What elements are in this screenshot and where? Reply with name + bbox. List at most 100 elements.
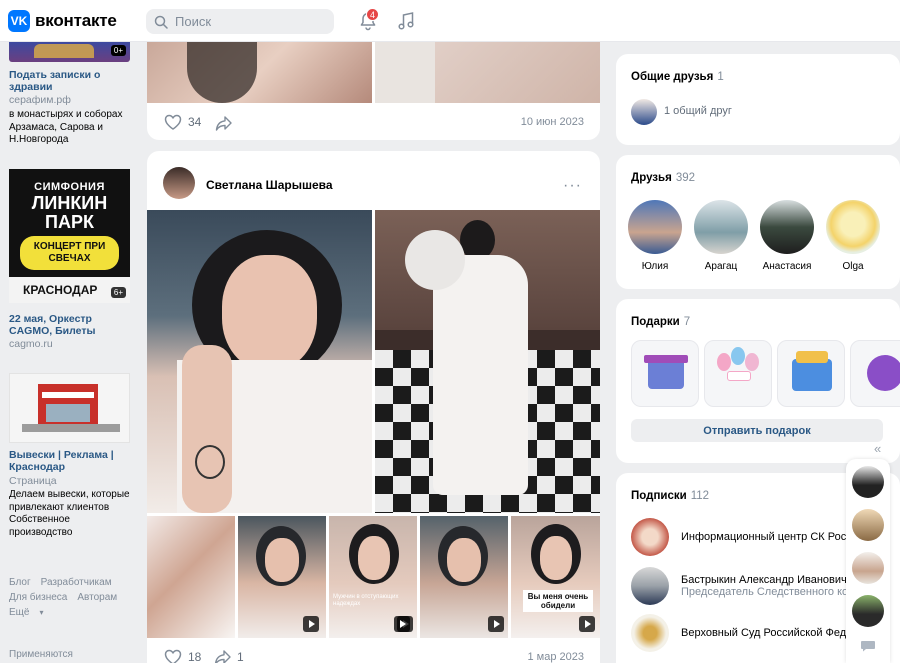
footer-link-business[interactable]: Для бизнеса	[9, 592, 67, 603]
post2-thumb-4[interactable]	[420, 516, 508, 638]
subscription-avatar	[631, 614, 669, 652]
chat-avatar[interactable]	[852, 595, 884, 627]
send-gift-button[interactable]: Отправить подарок	[631, 419, 883, 442]
post1-date[interactable]: 10 июн 2023	[521, 116, 584, 128]
play-icon[interactable]	[579, 616, 595, 632]
subscriptions-label: Подписки	[631, 490, 687, 502]
ad2-age-badge: 6+	[110, 287, 126, 298]
search-input[interactable]: Поиск	[146, 9, 334, 34]
common-friend-avatar[interactable]	[631, 99, 657, 125]
post2-thumb-5-caption: Вы меня очень обидели	[523, 590, 593, 612]
gift-item[interactable]	[777, 340, 845, 407]
post1-like-button[interactable]: 34	[164, 114, 201, 130]
footer-link-developers[interactable]: Разработчикам	[41, 577, 112, 588]
friend-avatar	[694, 200, 748, 254]
play-icon[interactable]	[488, 616, 504, 632]
common-friends-item[interactable]: 1 общий друг	[664, 105, 732, 117]
common-friends-title[interactable]: Общие друзья 1	[631, 71, 724, 83]
friend-name: Юлия	[641, 261, 669, 272]
chat-avatar[interactable]	[852, 509, 884, 541]
applied-text: Применяются	[9, 649, 73, 660]
post2-share-button[interactable]: 1	[214, 649, 244, 663]
ad1-image[interactable]: 0+	[9, 42, 130, 62]
friends-title[interactable]: Друзья 392	[631, 172, 695, 184]
play-icon[interactable]	[394, 616, 410, 632]
gifts-card: Подарки 7 Отправить подарок	[616, 299, 900, 463]
ad2-image-line1: СИМФОНИЯ	[34, 181, 105, 193]
ads-column: 0+ Подать записки о здравии серафим.рф в…	[0, 42, 135, 663]
share-icon[interactable]	[215, 115, 233, 131]
gifts-title[interactable]: Подарки 7	[631, 316, 690, 328]
gift-item[interactable]	[631, 340, 699, 407]
friends-count: 392	[675, 172, 695, 184]
ad1-domain[interactable]: серафим.рф	[9, 94, 71, 106]
ad2-image-line2: ЛИНКИН ПАРК	[31, 193, 108, 232]
friend-item[interactable]: Olga	[824, 200, 882, 272]
post-1: 34 10 июн 2023	[147, 42, 600, 140]
footer-link-blog[interactable]: Блог	[9, 577, 31, 588]
ad2-image[interactable]: СИМФОНИЯ ЛИНКИН ПАРК КОНЦЕРТ ПРИ СВЕЧАХ …	[9, 169, 130, 303]
post2-date[interactable]: 1 мар 2023	[528, 651, 585, 663]
top-header: VK вконтакте Поиск 4	[0, 0, 900, 42]
ad2-title[interactable]: 22 мая, Оркестр CAGMO, Билеты	[9, 313, 134, 337]
common-friends-count: 1	[717, 71, 724, 83]
post2-author-avatar[interactable]	[163, 167, 195, 199]
post1-photo-2[interactable]	[375, 42, 600, 103]
chat-message-icon[interactable]	[860, 640, 876, 652]
friend-item[interactable]: Юлия	[626, 200, 684, 272]
chat-avatar[interactable]	[852, 466, 884, 498]
post2-like-button[interactable]: 18	[164, 649, 201, 663]
post2-photo-2[interactable]	[375, 210, 600, 513]
post1-photo-1[interactable]	[147, 42, 372, 103]
post2-thumb-5[interactable]: Вы меня очень обидели	[511, 516, 600, 638]
ad3-domain: Страница	[9, 475, 57, 487]
ad3-title[interactable]: Вывески | Реклама | Краснодар	[9, 449, 134, 473]
footer-link-authors[interactable]: Авторам	[77, 592, 117, 603]
friend-name: Анастасия	[762, 261, 812, 272]
post2-share-count: 1	[237, 650, 244, 663]
gift-item[interactable]	[704, 340, 772, 407]
post1-like-count: 34	[188, 115, 202, 129]
music-note-icon[interactable]	[397, 11, 415, 31]
heart-icon	[164, 649, 182, 663]
chat-avatar[interactable]	[852, 552, 884, 584]
friend-avatar	[826, 200, 880, 254]
vk-logo[interactable]: VK вконтакте	[8, 10, 117, 32]
ad3-image[interactable]	[9, 373, 130, 443]
post2-photo-1[interactable]	[147, 210, 372, 513]
post2-thumb-1[interactable]	[147, 516, 235, 638]
gift-item[interactable]	[850, 340, 900, 407]
friend-avatar	[760, 200, 814, 254]
subscription-name: Бастрыкин Александр Иванович	[681, 574, 847, 586]
subscription-avatar	[631, 518, 669, 556]
friend-item[interactable]: Анастасия	[758, 200, 816, 272]
ad2-domain[interactable]: cagmo.ru	[9, 338, 53, 350]
friends-label: Друзья	[631, 172, 672, 184]
post2-author-name[interactable]: Светлана Шарышева	[206, 178, 333, 192]
chat-collapse-icon[interactable]: «	[874, 441, 881, 456]
ad2-image-line3: КОНЦЕРТ ПРИ СВЕЧАХ	[20, 236, 119, 270]
search-icon	[154, 15, 168, 29]
ad1-text: в монастырях и соборах Арзамаса, Сарова …	[9, 109, 123, 145]
friend-item[interactable]: Арагац	[692, 200, 750, 272]
subscription-name: Информационный центр СК России	[681, 531, 856, 543]
vk-logo-text: вконтакте	[35, 11, 117, 30]
common-friends-label: Общие друзья	[631, 71, 714, 83]
heart-icon	[164, 114, 182, 130]
footer-link-more[interactable]: Ещё	[9, 607, 29, 618]
ad1-age-badge: 0+	[110, 45, 126, 56]
post2-thumb-3-caption: Мужчин в отступающих надеждах	[333, 594, 399, 607]
more-options-icon[interactable]: ···	[563, 177, 582, 195]
chat-panel	[846, 459, 890, 663]
friend-name: Olga	[842, 261, 864, 272]
ad1-title[interactable]: Подать записки о здравии	[9, 69, 134, 93]
subscriptions-title[interactable]: Подписки 112	[631, 490, 709, 502]
friend-avatar	[628, 200, 682, 254]
play-icon[interactable]	[303, 616, 319, 632]
subscription-desc: Председатель Следственного комитета	[681, 586, 856, 598]
search-placeholder: Поиск	[175, 14, 212, 29]
post-2: Светлана Шарышева ··· Мужчин в отступающ…	[147, 151, 600, 663]
friends-card: Друзья 392 Юлия Арагац Анастасия Olga	[616, 155, 900, 289]
post2-like-count: 18	[188, 650, 202, 663]
subscriptions-count: 112	[690, 490, 710, 502]
